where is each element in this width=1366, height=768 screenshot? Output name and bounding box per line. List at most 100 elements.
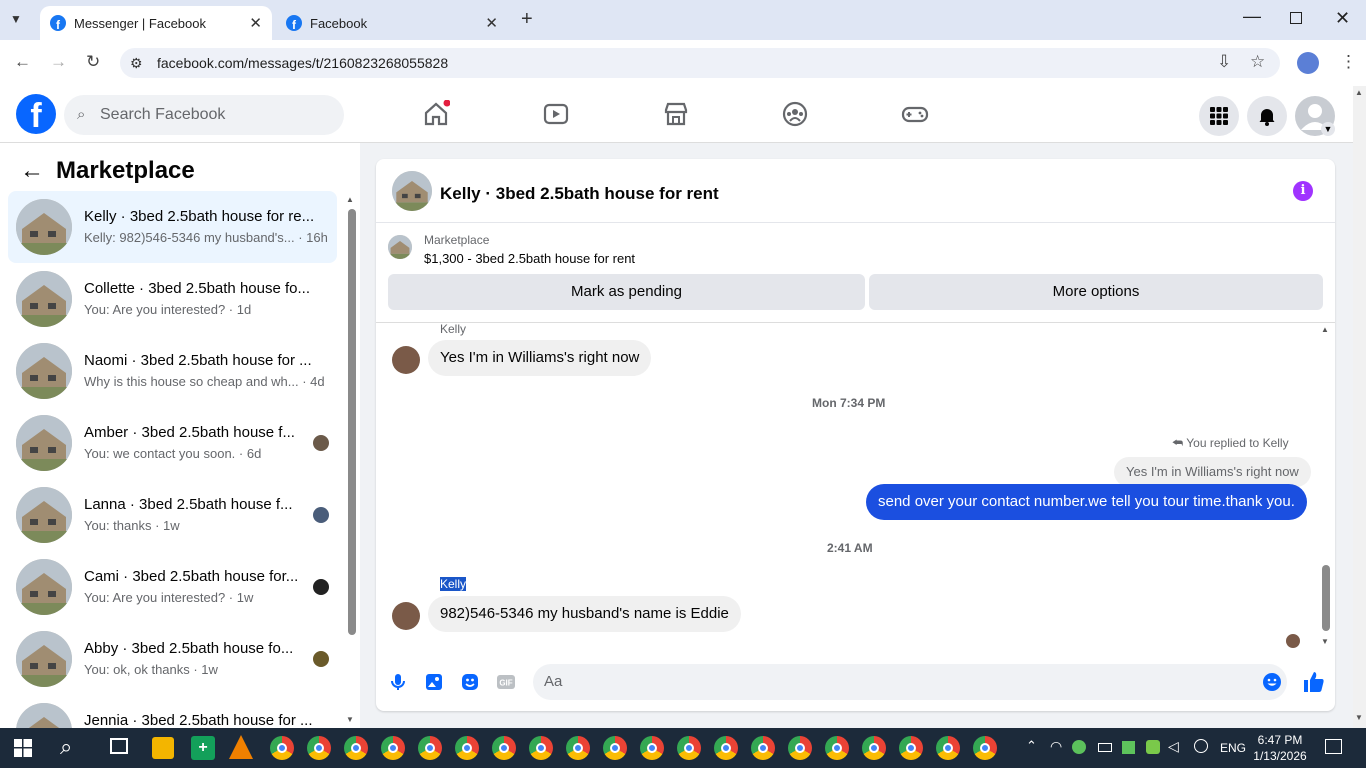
- sticker-icon[interactable]: [460, 672, 480, 692]
- quoted-message[interactable]: Yes I'm in Williams's right now: [1114, 457, 1311, 487]
- clock[interactable]: 6:47 PM 1/13/2026: [1252, 732, 1308, 764]
- back-arrow-icon[interactable]: ←: [20, 157, 44, 185]
- bookmark-star-icon[interactable]: ☆: [1250, 52, 1265, 72]
- search-icon[interactable]: ⌕: [60, 734, 72, 760]
- chrome-icon[interactable]: [603, 736, 627, 760]
- incoming-message[interactable]: 982)546-5346 my husband's name is Eddie: [428, 596, 741, 632]
- chrome-icon[interactable]: [640, 736, 664, 760]
- scroll-up-icon[interactable]: ▲: [1355, 88, 1363, 97]
- gif-icon[interactable]: GIF: [496, 672, 516, 692]
- account-avatar[interactable]: ▼: [1295, 96, 1335, 136]
- conversation-item[interactable]: Cami · 3bed 2.5bath house for... You: Are…: [8, 551, 337, 623]
- chrome-icon[interactable]: [492, 736, 516, 760]
- home-icon[interactable]: [422, 100, 450, 128]
- conversation-item[interactable]: Abby · 3bed 2.5bath house fo... You: ok, …: [8, 623, 337, 695]
- menu-grid-button[interactable]: [1199, 96, 1239, 136]
- app-tray-icon[interactable]: [1146, 740, 1160, 754]
- reload-icon[interactable]: ↻: [86, 52, 100, 72]
- chrome-icon[interactable]: [381, 736, 405, 760]
- scroll-thumb[interactable]: [1322, 565, 1330, 631]
- conversation-item[interactable]: Amber · 3bed 2.5bath house f... You: we c…: [8, 407, 337, 479]
- tab-messenger[interactable]: f Messenger | Facebook ✕: [40, 6, 272, 40]
- scroll-up-icon[interactable]: ▲: [346, 195, 354, 204]
- scroll-down-icon[interactable]: ▼: [1355, 713, 1363, 722]
- tab-facebook[interactable]: f Facebook ✕: [276, 6, 508, 40]
- chrome-icon[interactable]: [270, 736, 294, 760]
- chrome-icon[interactable]: [677, 736, 701, 760]
- like-thumb-icon[interactable]: [1302, 670, 1326, 694]
- close-window-button[interactable]: ✕: [1335, 8, 1350, 29]
- chrome-icon[interactable]: [307, 736, 331, 760]
- kelly-avatar[interactable]: [392, 602, 420, 630]
- vlc-icon[interactable]: [229, 735, 253, 759]
- conversation-item[interactable]: Lanna · 3bed 2.5bath house f... You: than…: [8, 479, 337, 551]
- chrome-icon[interactable]: [899, 736, 923, 760]
- message-input[interactable]: Aa: [533, 664, 1287, 700]
- chrome-icon[interactable]: [751, 736, 775, 760]
- chrome-icon[interactable]: [344, 736, 368, 760]
- forward-icon[interactable]: →: [50, 52, 67, 72]
- minimize-button[interactable]: —: [1243, 6, 1261, 27]
- info-icon[interactable]: i: [1293, 181, 1313, 201]
- wifi-icon[interactable]: ◠: [1050, 738, 1062, 755]
- network-icon[interactable]: [1072, 740, 1086, 754]
- conversation-item[interactable]: Collette · 3bed 2.5bath house fo... You: …: [8, 263, 337, 335]
- profile-avatar-icon[interactable]: [1297, 52, 1319, 74]
- chrome-icon[interactable]: [714, 736, 738, 760]
- close-tab-icon[interactable]: ✕: [485, 14, 498, 32]
- marketplace-icon[interactable]: [662, 100, 690, 128]
- conversation-item[interactable]: Kelly · 3bed 2.5bath house for re... Kell…: [8, 191, 337, 263]
- site-info-icon[interactable]: ⚙: [130, 55, 143, 72]
- notification-center-icon[interactable]: [1325, 739, 1342, 754]
- scroll-down-icon[interactable]: ▼: [346, 715, 354, 724]
- restore-button[interactable]: [1290, 12, 1302, 24]
- address-bar[interactable]: facebook.com/messages/t/2160823268055828: [120, 48, 1280, 78]
- video-icon[interactable]: [542, 100, 570, 128]
- install-app-icon[interactable]: ⇩: [1217, 52, 1231, 72]
- chrome-icon[interactable]: [566, 736, 590, 760]
- chrome-icon[interactable]: [825, 736, 849, 760]
- security-icon[interactable]: [1122, 741, 1135, 754]
- chrome-icon[interactable]: [455, 736, 479, 760]
- outgoing-message[interactable]: send over your contact number.we tell yo…: [866, 484, 1307, 520]
- photo-icon[interactable]: [424, 672, 444, 692]
- task-view-icon[interactable]: [110, 738, 128, 754]
- kelly-avatar[interactable]: [392, 346, 420, 374]
- new-tab-button[interactable]: +: [521, 8, 533, 31]
- incoming-message[interactable]: Yes I'm in Williams's right now: [428, 340, 652, 376]
- tab-list-dropdown-icon[interactable]: ▼: [10, 12, 30, 28]
- notifications-button[interactable]: [1247, 96, 1287, 136]
- conversation-item[interactable]: Naomi · 3bed 2.5bath house for ... Why is…: [8, 335, 337, 407]
- browser-menu-icon[interactable]: ⋮: [1340, 52, 1357, 72]
- conversation-item[interactable]: Jennia · 3bed 2.5bath house for ...: [8, 695, 337, 728]
- volume-icon[interactable]: ◁: [1168, 738, 1179, 755]
- app-icon[interactable]: +: [191, 736, 215, 760]
- chrome-icon[interactable]: [936, 736, 960, 760]
- scroll-up-icon[interactable]: ▲: [1321, 325, 1329, 334]
- scroll-thumb[interactable]: [348, 209, 356, 635]
- chat-scrollbar[interactable]: ▲ ▼: [1320, 325, 1330, 649]
- display-icon[interactable]: [1194, 739, 1208, 753]
- chrome-icon[interactable]: [973, 736, 997, 760]
- store-icon[interactable]: [152, 737, 174, 759]
- page-scrollbar[interactable]: ▲ ▼: [1353, 86, 1366, 728]
- groups-icon[interactable]: [781, 100, 809, 128]
- emoji-icon[interactable]: [1262, 672, 1282, 692]
- scroll-down-icon[interactable]: ▼: [1321, 637, 1329, 646]
- tray-overflow-icon[interactable]: ⌃: [1026, 738, 1037, 754]
- battery-icon[interactable]: [1098, 743, 1112, 752]
- close-tab-icon[interactable]: ✕: [249, 14, 262, 32]
- chrome-icon[interactable]: [862, 736, 886, 760]
- chrome-icon[interactable]: [529, 736, 553, 760]
- listing-small-thumbnail[interactable]: [388, 235, 412, 259]
- search-input[interactable]: ⌕ Search Facebook: [64, 95, 344, 135]
- back-icon[interactable]: ←: [14, 52, 31, 72]
- language-indicator[interactable]: ENG: [1220, 741, 1246, 755]
- sidebar-scrollbar[interactable]: ▲ ▼: [346, 195, 356, 725]
- listing-thumbnail[interactable]: [392, 171, 432, 211]
- listing-title[interactable]: $1,300 - 3bed 2.5bath house for rent: [424, 251, 635, 266]
- mark-as-pending-button[interactable]: Mark as pending: [388, 274, 865, 310]
- more-options-button[interactable]: More options: [869, 274, 1323, 310]
- facebook-logo[interactable]: f: [16, 94, 56, 134]
- chrome-icon[interactable]: [788, 736, 812, 760]
